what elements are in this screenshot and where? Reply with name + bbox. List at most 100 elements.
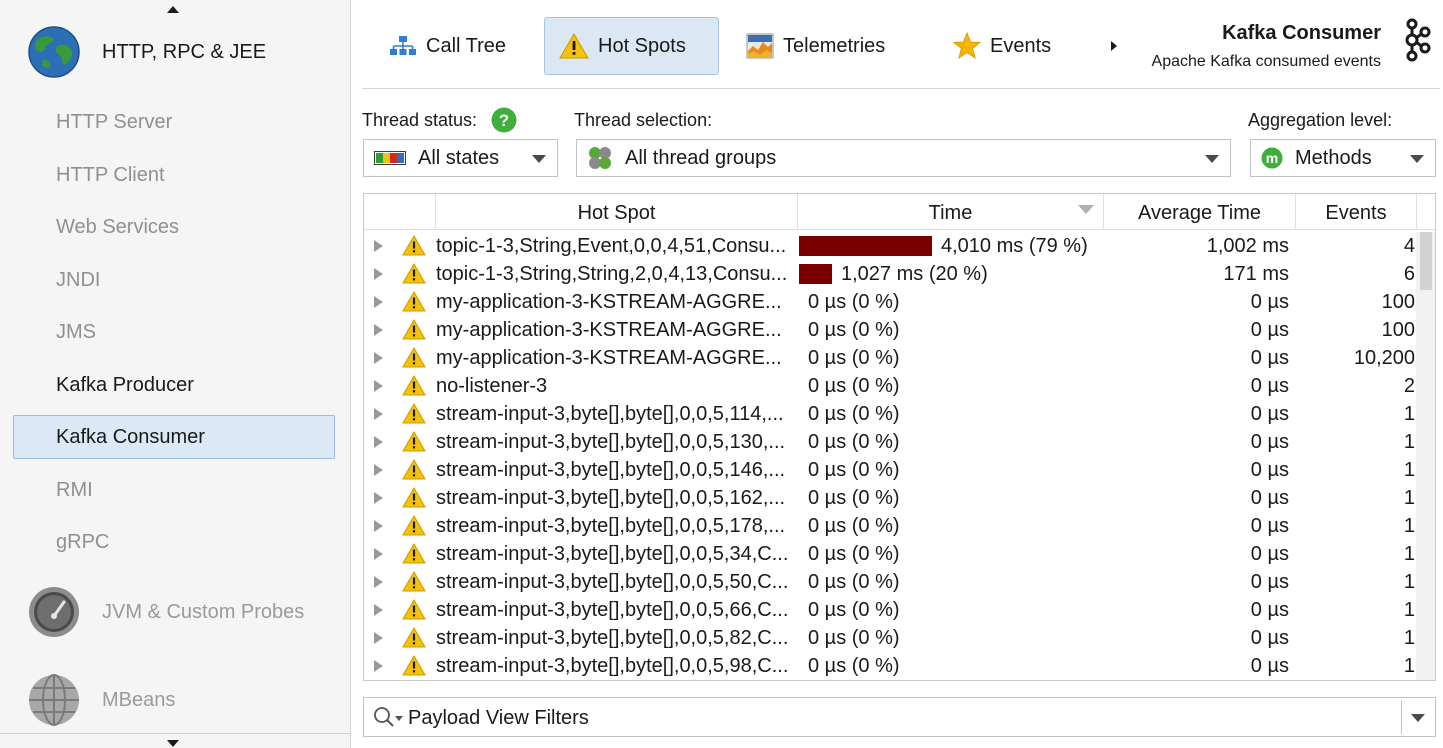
table-header: Hot Spot Time Average Time Events: [364, 194, 1435, 230]
hot-spot-name: stream-input-3,byte[],byte[],0,0,5,114,.…: [436, 403, 784, 425]
sidebar-item-web-services[interactable]: Web Services: [56, 216, 179, 239]
events-count: 100: [1381, 319, 1415, 341]
sidebar-item-jndi[interactable]: JNDI: [56, 269, 100, 292]
events-count: 10,200: [1353, 347, 1415, 369]
globe-icon: [28, 26, 80, 78]
tab-label: Call Tree: [426, 34, 507, 57]
time-value: 0 µs (0 %): [808, 599, 900, 621]
expand-arrow-icon[interactable]: [374, 240, 383, 252]
sidebar-item-kafka-producer[interactable]: Kafka Producer: [56, 374, 194, 397]
sidebar-item-http-server[interactable]: HTTP Server: [56, 111, 172, 134]
payload-view-filters-bar[interactable]: Payload View Filters: [363, 697, 1436, 737]
sidebar-item-jms[interactable]: JMS: [56, 321, 96, 344]
table-row[interactable]: stream-input-3,byte[],byte[],0,0,5,50,C.…: [364, 568, 1416, 596]
expand-arrow-icon[interactable]: [374, 660, 383, 672]
thread-status-dropdown[interactable]: All states: [363, 139, 558, 177]
table-row[interactable]: stream-input-3,byte[],byte[],0,0,5,178,.…: [364, 512, 1416, 540]
table-row[interactable]: stream-input-3,byte[],byte[],0,0,5,162,.…: [364, 484, 1416, 512]
events-count: 1: [1403, 599, 1415, 621]
average-time-value: 0 µs: [1250, 571, 1289, 593]
events-count: 4: [1403, 235, 1415, 257]
expand-arrow-icon[interactable]: [374, 268, 383, 280]
expand-arrow-icon[interactable]: [374, 408, 383, 420]
table-row[interactable]: my-application-3-KSTREAM-AGGRE... 0 µs (0…: [364, 316, 1416, 344]
thread-selection-label: Thread selection:: [574, 110, 713, 130]
time-value: 0 µs (0 %): [808, 543, 900, 565]
column-header-hot-spot[interactable]: Hot Spot: [436, 194, 798, 230]
column-header-events[interactable]: Events: [1296, 194, 1417, 230]
warning-icon: [402, 431, 426, 452]
hot-spots-table: Hot Spot Time Average Time Events topic-…: [363, 193, 1436, 681]
warning-icon: [402, 487, 426, 508]
thread-states-icon: [374, 151, 406, 165]
warning-icon: [402, 571, 426, 592]
expand-arrow-icon[interactable]: [374, 520, 383, 532]
sidebar-item-rmi[interactable]: RMI: [56, 479, 93, 502]
hot-spot-name: my-application-3-KSTREAM-AGGRE...: [436, 319, 782, 341]
column-header-time[interactable]: Time: [798, 194, 1104, 230]
gauge-icon: [29, 587, 79, 637]
thread-selection-dropdown[interactable]: All thread groups: [576, 139, 1231, 177]
expand-arrow-icon[interactable]: [374, 548, 383, 560]
tab-hot-spots[interactable]: Hot Spots: [544, 17, 719, 75]
table-row[interactable]: my-application-3-KSTREAM-AGGRE... 0 µs (0…: [364, 344, 1416, 372]
events-count: 1: [1403, 431, 1415, 453]
section-jvm-custom-probes[interactable]: JVM & Custom Probes: [28, 586, 304, 638]
methods-icon: m: [1261, 147, 1283, 169]
scrollbar-thumb[interactable]: [1420, 232, 1432, 290]
help-icon[interactable]: ?: [491, 107, 517, 133]
sidebar-item-grpc[interactable]: gRPC: [56, 531, 109, 554]
tab-telemetries[interactable]: Telemetries: [732, 17, 899, 75]
warning-icon: [402, 235, 426, 256]
scroll-up-arrow-icon[interactable]: [167, 6, 179, 13]
table-row[interactable]: stream-input-3,byte[],byte[],0,0,5,114,.…: [364, 400, 1416, 428]
average-time-value: 1,002 ms: [1206, 235, 1289, 257]
search-icon[interactable]: [373, 706, 395, 728]
events-count: 1: [1403, 571, 1415, 593]
expand-arrow-icon[interactable]: [374, 632, 383, 644]
sidebar-item-kafka-consumer[interactable]: Kafka Consumer: [56, 426, 205, 449]
expand-arrow-icon[interactable]: [374, 604, 383, 616]
events-count: 1: [1403, 543, 1415, 565]
events-count: 2: [1403, 375, 1415, 397]
sidebar-item-http-client[interactable]: HTTP Client: [56, 164, 165, 187]
expand-arrow-icon[interactable]: [374, 436, 383, 448]
table-row[interactable]: stream-input-3,byte[],byte[],0,0,5,66,C.…: [364, 596, 1416, 624]
hot-spot-name: topic-1-3,String,String,2,0,4,13,Consu..…: [436, 263, 788, 285]
table-row[interactable]: stream-input-3,byte[],byte[],0,0,5,130,.…: [364, 428, 1416, 456]
sidebar-divider: [0, 733, 350, 734]
chevron-down-icon: [532, 155, 546, 163]
hot-spot-name: stream-input-3,byte[],byte[],0,0,5,34,C.…: [436, 543, 789, 565]
table-row[interactable]: stream-input-3,byte[],byte[],0,0,5,82,C.…: [364, 624, 1416, 652]
tab-events[interactable]: Events: [939, 17, 1065, 75]
table-row[interactable]: stream-input-3,byte[],byte[],0,0,5,98,C.…: [364, 652, 1416, 680]
filter-dropdown-chevron-icon[interactable]: [1411, 714, 1425, 722]
aggregation-level-dropdown[interactable]: m Methods: [1250, 139, 1436, 177]
section-http-rpc-jee[interactable]: HTTP, RPC & JEE: [28, 26, 266, 78]
warning-icon: [402, 515, 426, 536]
table-row[interactable]: no-listener-3 0 µs (0 %) 0 µs 2: [364, 372, 1416, 400]
warning-icon: [402, 375, 426, 396]
section-mbeans[interactable]: MBeans: [28, 674, 175, 726]
column-header-average-time[interactable]: Average Time: [1104, 194, 1296, 230]
tab-label: Events: [990, 34, 1052, 57]
expand-arrow-icon[interactable]: [374, 492, 383, 504]
table-row[interactable]: topic-1-3,String,Event,0,0,4,51,Consu...…: [364, 232, 1416, 260]
expand-arrow-icon[interactable]: [374, 324, 383, 336]
tab-call-tree[interactable]: Call Tree: [375, 17, 520, 75]
table-row[interactable]: my-application-3-KSTREAM-AGGRE... 0 µs (0…: [364, 288, 1416, 316]
expand-arrow-icon[interactable]: [374, 296, 383, 308]
table-body: topic-1-3,String,Event,0,0,4,51,Consu...…: [364, 232, 1416, 680]
expand-arrow-icon[interactable]: [374, 464, 383, 476]
hot-spot-name: stream-input-3,byte[],byte[],0,0,5,82,C.…: [436, 627, 789, 649]
expand-arrow-icon[interactable]: [374, 380, 383, 392]
table-vertical-scrollbar[interactable]: [1416, 232, 1435, 680]
expand-arrow-icon[interactable]: [374, 576, 383, 588]
table-row[interactable]: stream-input-3,byte[],byte[],0,0,5,34,C.…: [364, 540, 1416, 568]
average-time-value: 0 µs: [1250, 291, 1289, 313]
more-tabs-arrow-icon[interactable]: [1111, 41, 1117, 51]
table-row[interactable]: stream-input-3,byte[],byte[],0,0,5,146,.…: [364, 456, 1416, 484]
expand-arrow-icon[interactable]: [374, 352, 383, 364]
table-row[interactable]: topic-1-3,String,String,2,0,4,13,Consu..…: [364, 260, 1416, 288]
scroll-down-arrow-icon[interactable]: [167, 740, 179, 747]
